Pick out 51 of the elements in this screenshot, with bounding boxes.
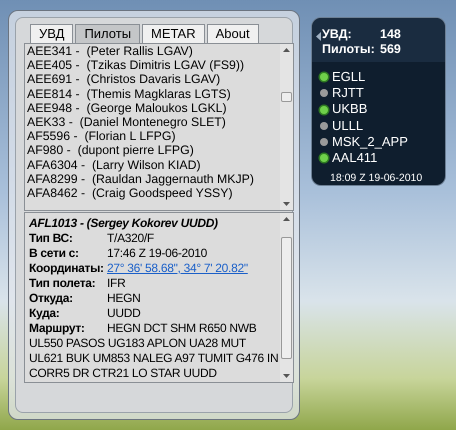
- pilot-list-item[interactable]: AEE814 - (Themis Magklaras LGTS): [27, 86, 280, 101]
- stat-value: 569: [380, 42, 401, 57]
- field-value: HEGN DCT SHM R650 NWB: [107, 321, 257, 336]
- field-label: В сети с:: [29, 246, 80, 261]
- field-value: 17:46 Z 19-06-2010: [107, 246, 208, 261]
- field-label: Откуда:: [29, 291, 74, 306]
- field-label: Маршрут:: [29, 321, 86, 336]
- field-label: Тип полета:: [29, 276, 96, 291]
- stat-label: УВД:: [322, 27, 353, 42]
- pilot-list-item[interactable]: AFA8299 - (Rauldan Jaggernauth MKJP): [27, 172, 280, 186]
- field-value: UUDD: [107, 306, 140, 321]
- tab[interactable]: METAR: [142, 24, 205, 43]
- field-label: Тип ВС:: [29, 231, 74, 246]
- watched-callsign[interactable]: MSK_2_APP: [332, 134, 408, 150]
- pilot-list-item[interactable]: AFA6304 - (Larry Wilson KIAD): [27, 158, 280, 172]
- update-time: 18:09 Z 19-06-2010: [329, 171, 424, 184]
- watched-callsign[interactable]: ULLL: [332, 118, 364, 134]
- watched-callsign[interactable]: UKBB: [332, 101, 368, 118]
- scroll-up-icon[interactable]: [283, 48, 290, 52]
- pilot-heading: AFL1013 - (Sergey Kokorev UUDD): [29, 216, 219, 231]
- route-text: UL550 PASOS UG183 APLON UA28 MUT UL621 BUK UM853 NALEG A97 TUMIT G476 IN CORR5 DR CTR21 LO STAR UUDD: [29, 336, 280, 381]
- pilot-list-item[interactable]: AF980 - (dupont pierre LFPG): [27, 143, 280, 158]
- scroll-down-icon[interactable]: [283, 374, 290, 378]
- scrollbar[interactable]: [280, 213, 293, 382]
- coordinates-link[interactable]: 27° 36' 58.68", 34° 7' 20.82": [107, 261, 248, 276]
- collapse-arrow-icon[interactable]: [316, 32, 321, 41]
- pilot-list-item[interactable]: AEE341 - (Peter Rallis LGAV): [27, 44, 280, 58]
- tab[interactable]: About: [206, 24, 259, 43]
- scrollbar[interactable]: [280, 44, 293, 210]
- field-value: T/A320/F: [107, 231, 154, 246]
- pilot-list-item[interactable]: AFA8462 - (Craig Goodspeed YSSY): [27, 186, 280, 200]
- pilot-list-item[interactable]: AF5596 - (Florian L LFPG): [27, 129, 280, 144]
- field-label: Координаты:: [29, 261, 105, 276]
- field-value: IFR: [107, 276, 126, 291]
- pilot-list-item[interactable]: AEE691 - (Christos Davaris LGAV): [27, 72, 280, 87]
- watched-callsign[interactable]: EGLL: [332, 69, 366, 86]
- pilot-list-item[interactable]: AEE405 - (Tzikas Dimitris LGAV (FS9)): [27, 58, 280, 72]
- watched-callsign[interactable]: RJTT: [332, 85, 364, 102]
- tab[interactable]: Пилоты: [75, 24, 140, 43]
- watched-callsign[interactable]: AAL411: [332, 150, 378, 166]
- stat-value: 148: [380, 27, 401, 42]
- pilot-list-item[interactable]: AEE948 - (George Maloukos LGKL): [27, 100, 280, 116]
- scroll-thumb[interactable]: [281, 236, 292, 358]
- tab[interactable]: УВД: [30, 24, 74, 43]
- stat-label: Пилоты:: [322, 42, 376, 57]
- pilot-list-item[interactable]: AEK33 - (Daniel Montenegro SLET): [27, 115, 280, 130]
- scroll-down-icon[interactable]: [283, 202, 290, 206]
- field-value: HEGN: [107, 291, 140, 306]
- scroll-up-icon[interactable]: [283, 217, 290, 221]
- field-label: Куда:: [29, 306, 60, 321]
- scroll-thumb[interactable]: [281, 92, 292, 102]
